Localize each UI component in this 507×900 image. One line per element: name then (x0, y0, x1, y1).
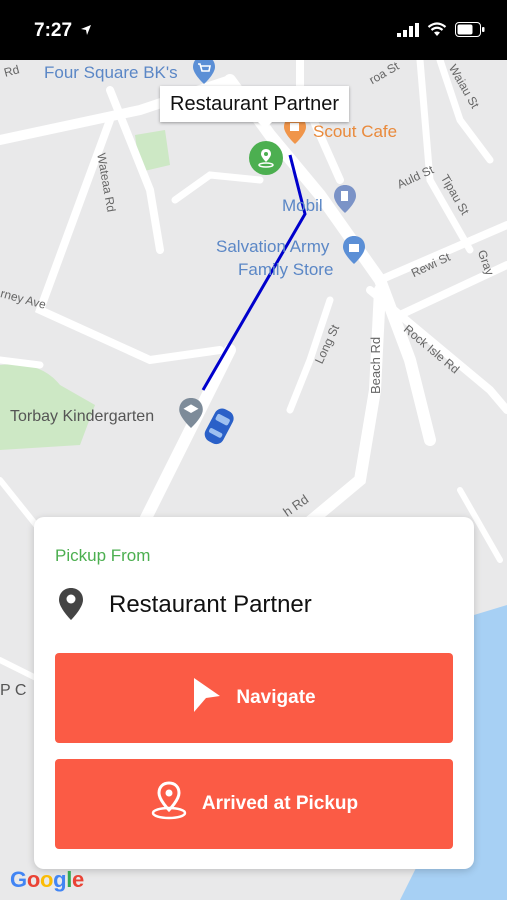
map-label-torbay-kindergarten: Torbay Kindergarten (10, 408, 155, 425)
wifi-icon (427, 22, 447, 36)
tooltip-label: Restaurant Partner (170, 92, 339, 115)
arrived-pin-icon (150, 781, 188, 827)
location-arrow-icon (81, 25, 92, 35)
location-pin-icon (59, 588, 83, 625)
road-label-beach: Beach Rd (368, 336, 383, 394)
map-label-four-square: Four Square BK's (44, 63, 178, 82)
status-time: 7:27 (34, 20, 92, 42)
status-icons (397, 22, 485, 37)
navigation-arrow-icon (192, 676, 222, 720)
map-label-salvation-2: Family Store (238, 260, 334, 279)
shopping-cart-icon (192, 60, 216, 89)
restaurant-tooltip[interactable]: Restaurant Partner (160, 86, 349, 129)
map-label-p-c: P C (0, 682, 27, 699)
status-bar: 7:27 (0, 0, 507, 60)
map-label-mobil: Mobil (282, 196, 323, 215)
navigate-label: Navigate (236, 687, 316, 708)
shopping-bag-icon (342, 236, 366, 269)
arrived-label: Arrived at Pickup (201, 793, 359, 814)
gas-station-icon (333, 185, 357, 218)
google-logo: Google (10, 867, 84, 892)
pickup-card: Pickup From Restaurant Partner Navigate … (34, 517, 474, 869)
signal-icon (397, 22, 419, 37)
battery-icon (455, 22, 485, 37)
school-icon (178, 398, 204, 433)
map-label-salvation-1: Salvation Army (216, 237, 330, 256)
navigate-button[interactable]: Navigate (55, 653, 453, 743)
map-label-scout-cafe: Scout Cafe (313, 122, 398, 141)
arrived-at-pickup-button[interactable]: Arrived at Pickup (55, 759, 453, 849)
pickup-name: Restaurant Partner (109, 591, 312, 618)
pickup-label: Pickup From (55, 546, 151, 565)
pickup-marker-icon[interactable] (248, 140, 284, 181)
